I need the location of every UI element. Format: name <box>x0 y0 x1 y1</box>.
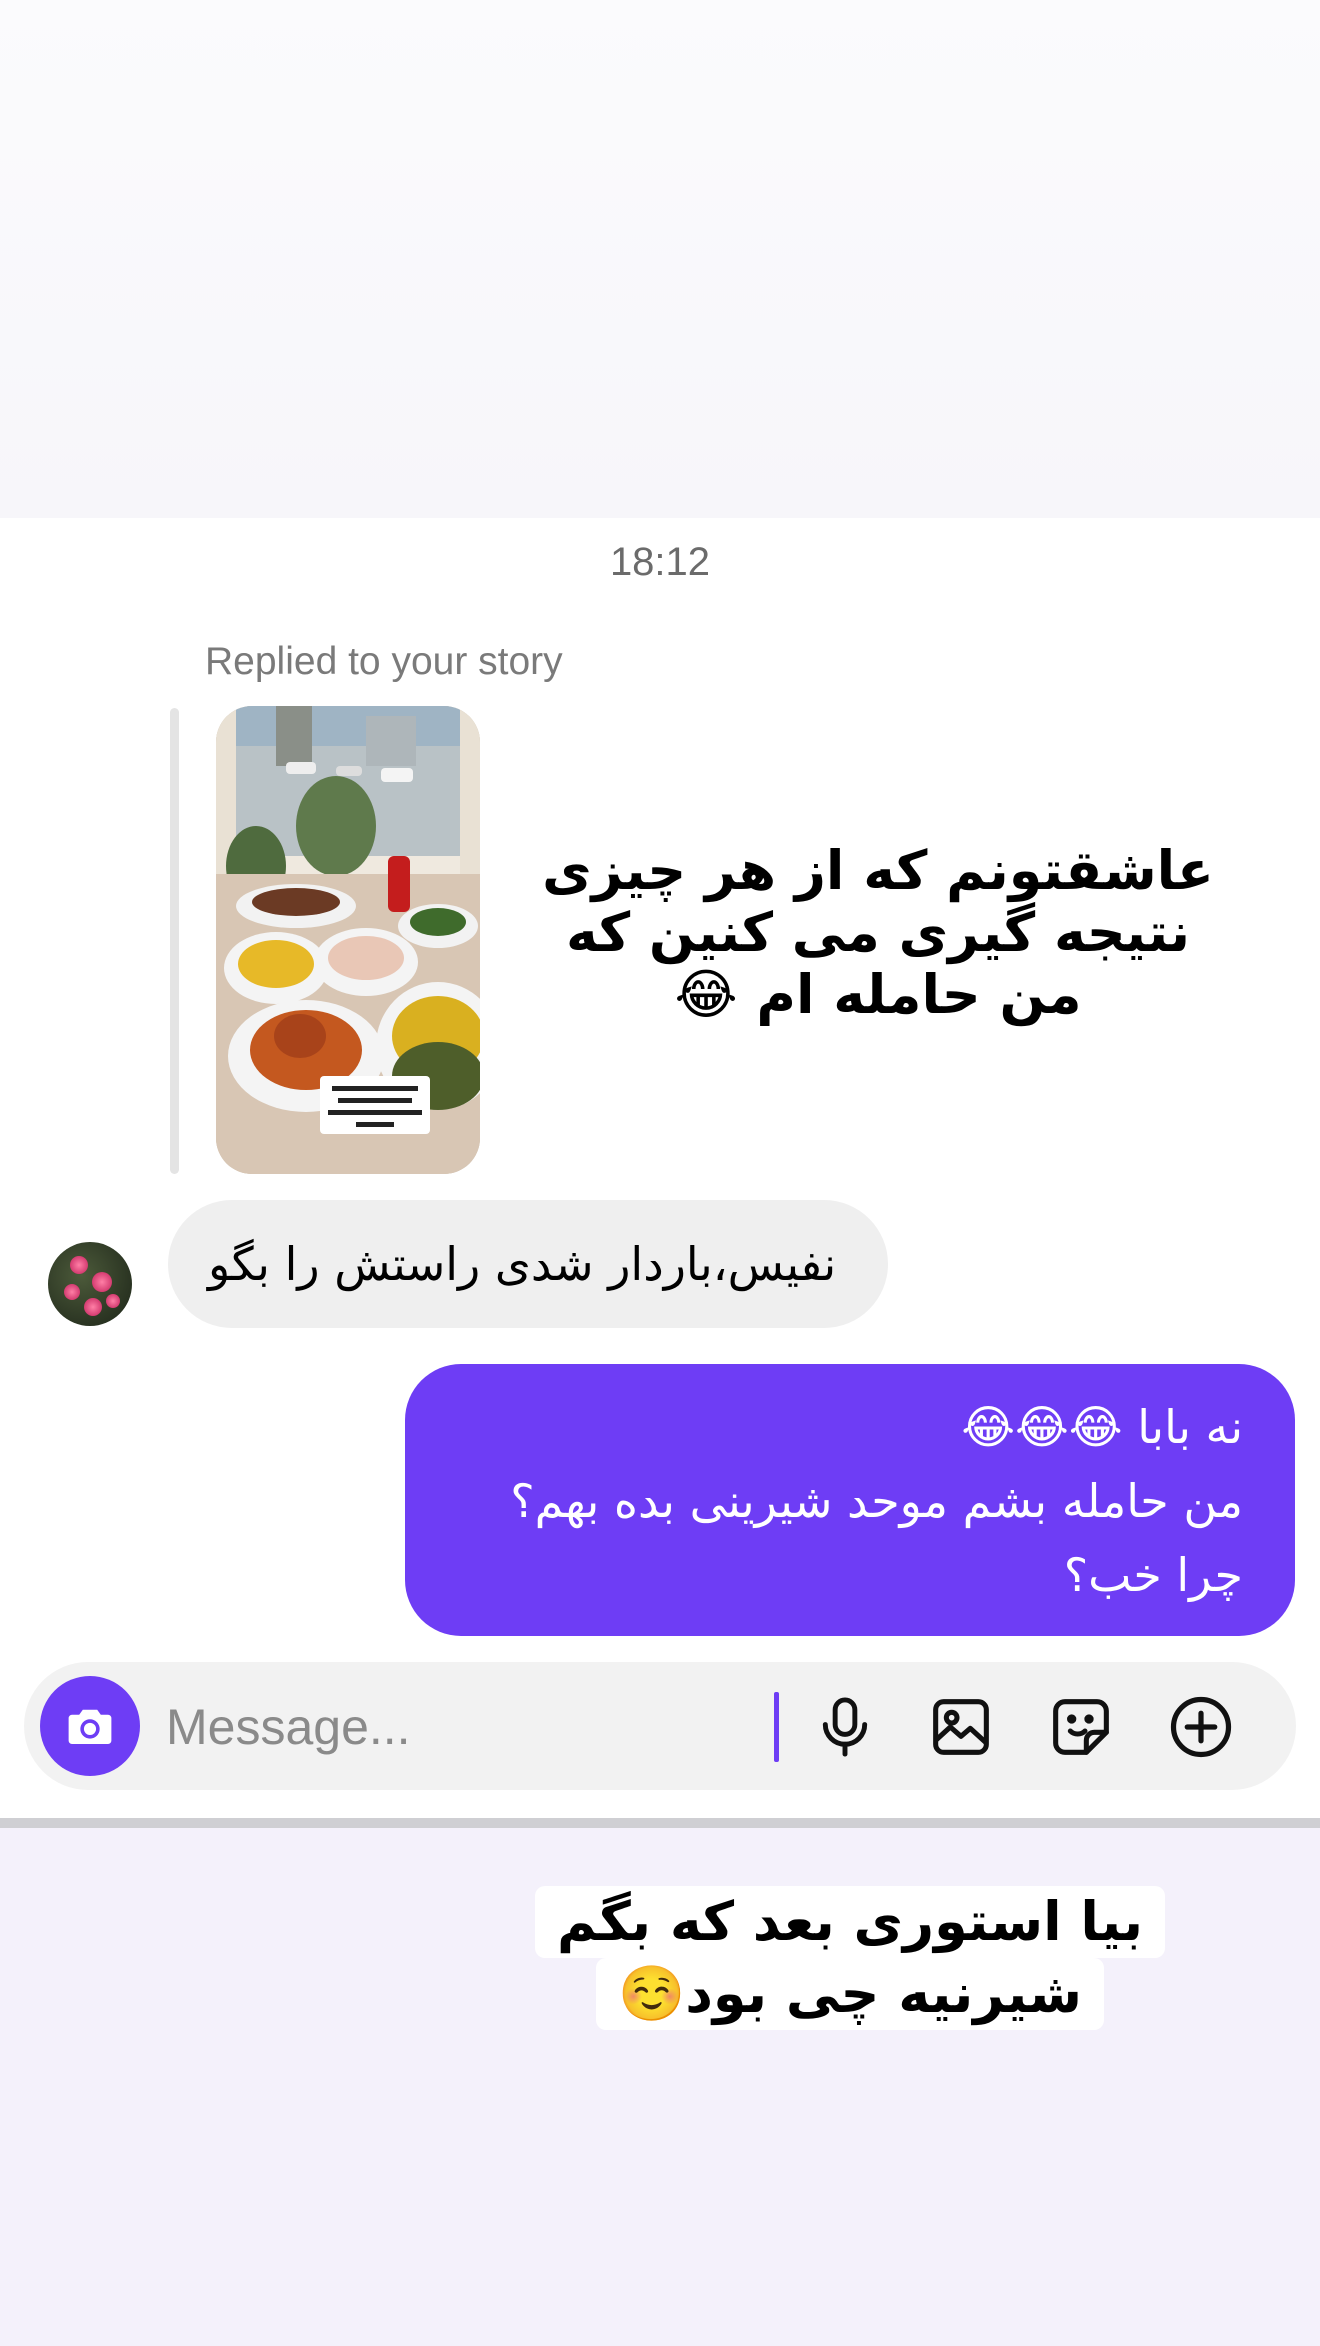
incoming-message-text: نفیس،باردار شدی راستش را بگو <box>208 1237 837 1291</box>
top-blank-area <box>0 0 1320 518</box>
camera-button[interactable] <box>40 1676 140 1776</box>
outgoing-message-line: نه بابا 😂😂😂 <box>961 1400 1243 1454</box>
screenshot-divider <box>0 1818 1320 1828</box>
avatar-rose <box>92 1272 112 1292</box>
sticker-button[interactable] <box>1046 1692 1116 1762</box>
reply-indicator-bar <box>170 708 179 1174</box>
message-composer <box>24 1662 1296 1790</box>
avatar-rose <box>106 1294 120 1308</box>
message-input[interactable] <box>164 1686 768 1768</box>
story-thumbnail[interactable] <box>216 706 480 1174</box>
avatar-rose <box>64 1284 80 1300</box>
image-icon <box>933 1699 989 1755</box>
outgoing-message-line: من حامله بشم موحد شیرینی بده بهم؟ <box>510 1474 1243 1528</box>
text-cursor <box>774 1692 779 1762</box>
story-reply-label: Replied to your story <box>205 640 563 683</box>
microphone-icon <box>822 1697 868 1757</box>
sender-avatar[interactable] <box>48 1242 132 1326</box>
story-overlay-text: بیا استوری بعد که بگم شیرنیه چی بود☺️ <box>500 1886 1200 2030</box>
overlay-line: شیرنیه چی بود☺️ <box>595 1958 1105 2030</box>
camera-icon <box>68 1709 112 1744</box>
sticker-icon <box>1053 1699 1109 1755</box>
more-options-button[interactable] <box>1166 1692 1236 1762</box>
outgoing-message-bubble[interactable]: نه بابا 😂😂😂 من حامله بشم موحد شیرینی بده… <box>405 1364 1295 1636</box>
gallery-button[interactable] <box>926 1692 996 1762</box>
avatar-rose <box>70 1256 88 1274</box>
incoming-message-bubble[interactable]: نفیس،باردار شدی راستش را بگو <box>168 1200 888 1328</box>
avatar-rose <box>84 1298 102 1316</box>
microphone-button[interactable] <box>810 1692 880 1762</box>
story-reply-caption: عاشقتونم که از هر چیزی نتیجه گیری می کنی… <box>542 839 1214 1026</box>
outgoing-message-line: چرا خب؟ <box>1063 1548 1243 1602</box>
message-timestamp: 18:12 <box>609 540 711 584</box>
overlay-line: بیا استوری بعد که بگم <box>535 1886 1166 1958</box>
plus-circle-icon <box>1170 1696 1232 1758</box>
